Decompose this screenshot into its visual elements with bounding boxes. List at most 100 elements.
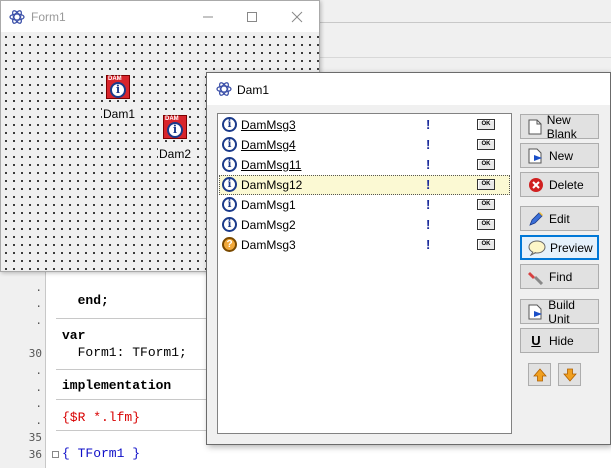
ok-button-icon: OK (477, 239, 495, 250)
code-line[interactable]: Form1: TForm1; (62, 345, 187, 360)
button-label: Preview (550, 240, 593, 255)
ok-button-icon: OK (477, 199, 495, 210)
list-item[interactable]: i DamMsg11 ! OK (219, 155, 510, 175)
info-icon: i (222, 217, 237, 232)
arrow-down-icon (562, 368, 577, 382)
button-label: Find (549, 269, 573, 284)
line-number: 35 (28, 431, 42, 444)
blank-page-icon (525, 119, 545, 135)
button-label: Build Unit (548, 297, 575, 326)
exclamation-icon: ! (426, 137, 431, 152)
line-number: 36 (28, 448, 42, 461)
window-title: Dam1 (237, 83, 270, 97)
code-line[interactable]: { TForm1 } (62, 446, 140, 461)
code-line[interactable]: end; (62, 293, 109, 308)
exclamation-icon: ! (426, 157, 431, 172)
app-icon (9, 10, 25, 24)
message-name: DamMsg12 (241, 178, 303, 192)
close-button[interactable] (275, 5, 319, 29)
form1-titlebar[interactable]: Form1 (1, 1, 319, 32)
info-icon: i (222, 117, 237, 132)
build-page-icon (525, 304, 546, 320)
new-blank-button[interactable]: New Blank (520, 112, 599, 141)
divider (320, 22, 611, 23)
dam1-titlebar[interactable]: Dam1 (207, 73, 610, 105)
move-down-button[interactable] (558, 363, 581, 386)
ok-button-icon: OK (477, 219, 495, 230)
component-tag: DAM (108, 76, 122, 82)
line-number: . (35, 297, 42, 310)
list-item[interactable]: i DamMsg4 ! OK (219, 135, 510, 155)
fold-marker-icon[interactable] (52, 451, 59, 458)
dam-component-icon[interactable]: DAM i (163, 115, 187, 139)
arrow-up-icon (532, 367, 547, 381)
info-icon: i (222, 197, 237, 212)
minimize-button[interactable] (186, 5, 230, 29)
message-name: DamMsg3 (241, 238, 296, 252)
ok-button-icon: OK (477, 119, 495, 130)
button-label: New Blank (546, 112, 577, 141)
ide-toolbar-area (320, 0, 611, 58)
button-label: Edit (549, 211, 570, 226)
info-icon: i (110, 82, 126, 98)
info-icon: i (222, 137, 237, 152)
message-name: DamMsg4 (241, 138, 296, 152)
message-name: DamMsg11 (241, 158, 302, 172)
component-label[interactable]: Dam1 (102, 107, 137, 121)
message-name: DamMsg2 (241, 218, 296, 232)
line-number: 30 (28, 347, 42, 360)
message-name: DamMsg3 (241, 118, 296, 132)
list-item-selected[interactable]: i DamMsg12 ! OK (219, 175, 510, 195)
line-number: . (35, 381, 42, 394)
maximize-icon (247, 12, 257, 22)
preview-button[interactable]: Preview (520, 235, 599, 260)
exclamation-icon: ! (426, 177, 431, 192)
ok-button-icon: OK (477, 179, 495, 190)
question-icon: ? (222, 237, 237, 252)
dam-component-icon[interactable]: DAM i (106, 75, 130, 99)
edit-button[interactable]: Edit (520, 206, 599, 231)
build-unit-button[interactable]: Build Unit (520, 297, 599, 326)
list-item[interactable]: i DamMsg3 ! OK (219, 115, 510, 135)
speech-bubble-icon (526, 240, 548, 256)
underline-hotkey-icon: U (531, 333, 541, 348)
delete-icon (525, 177, 547, 193)
button-label: Hide (549, 333, 574, 348)
line-number: . (35, 397, 42, 410)
component-label[interactable]: Dam2 (158, 147, 193, 161)
exclamation-icon: ! (426, 217, 431, 232)
exclamation-icon: ! (426, 117, 431, 132)
find-button[interactable]: Find (520, 264, 599, 289)
maximize-button[interactable] (230, 5, 274, 29)
component-tag: DAM (165, 116, 179, 122)
new-page-icon (525, 148, 547, 164)
app-icon (216, 82, 232, 96)
message-list[interactable]: i DamMsg3 ! OK i DamMsg4 ! OK i DamMsg11… (217, 113, 512, 434)
line-number: . (35, 364, 42, 377)
minimize-icon (203, 16, 213, 18)
info-icon: i (167, 122, 183, 138)
ok-button-icon: OK (477, 159, 495, 170)
list-item[interactable]: i DamMsg1 ! OK (219, 195, 510, 215)
window-title: Form1 (31, 10, 66, 24)
exclamation-icon: ! (426, 197, 431, 212)
line-number: . (35, 414, 42, 427)
button-label: New (549, 148, 574, 163)
message-name: DamMsg1 (241, 198, 296, 212)
delete-button[interactable]: Delete (520, 172, 599, 197)
dam1-window[interactable]: Dam1 i DamMsg3 ! OK i DamMsg4 ! OK i Dam… (206, 72, 611, 445)
close-icon (291, 11, 303, 23)
ok-button-icon: OK (477, 139, 495, 150)
code-line[interactable]: {$R *.lfm} (62, 410, 140, 425)
hide-button[interactable]: U Hide (520, 328, 599, 353)
code-line[interactable]: implementation (62, 378, 171, 393)
list-item[interactable]: i DamMsg2 ! OK (219, 215, 510, 235)
new-button[interactable]: New (520, 143, 599, 168)
button-label: Delete (549, 177, 584, 192)
pencil-icon (525, 211, 547, 227)
move-up-button[interactable] (528, 363, 551, 386)
list-item[interactable]: ? DamMsg3 ! OK (219, 235, 510, 255)
line-number: . (35, 314, 42, 327)
code-line[interactable]: var (62, 328, 85, 343)
flashlight-icon (525, 269, 547, 285)
